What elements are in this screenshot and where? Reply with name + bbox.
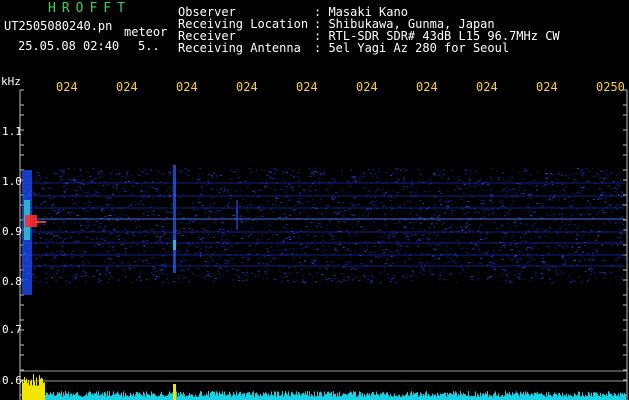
- y-tick-label: 1.1: [2, 125, 22, 138]
- time-label: 024: [416, 80, 438, 94]
- y-tick-label: 1.0: [2, 175, 22, 188]
- app-title: HROFFT: [48, 1, 131, 16]
- spectrogram-panel: [0, 0, 629, 400]
- tag-label: meteor: [124, 25, 168, 39]
- unit-label: kHz: [1, 75, 21, 88]
- filename-label: UT2505080240.pn: [4, 19, 113, 33]
- info-label-antenna: Receiving Antenna: [178, 41, 301, 55]
- time-label: 024: [536, 80, 558, 94]
- y-tick-label: 0.8: [2, 275, 22, 288]
- time-label: 024: [356, 80, 378, 94]
- time-label: 0250: [596, 80, 625, 94]
- time-label: 024: [236, 80, 258, 94]
- y-tick-label: 0.9: [2, 225, 22, 238]
- datetime-label: 25.05.08 02:40: [18, 39, 120, 53]
- time-label: 024: [296, 80, 318, 94]
- time-label: 024: [476, 80, 498, 94]
- time-label: 024: [116, 80, 138, 94]
- y-tick-label: 0.7: [2, 323, 22, 336]
- time-label: 024: [56, 80, 78, 94]
- info-value-antenna: : 5el Yagi Az 280 for Seoul: [314, 41, 510, 55]
- time-label: 024: [176, 80, 198, 94]
- extra-label: 5..: [138, 39, 160, 53]
- y-tick-label: 0.6: [2, 374, 22, 387]
